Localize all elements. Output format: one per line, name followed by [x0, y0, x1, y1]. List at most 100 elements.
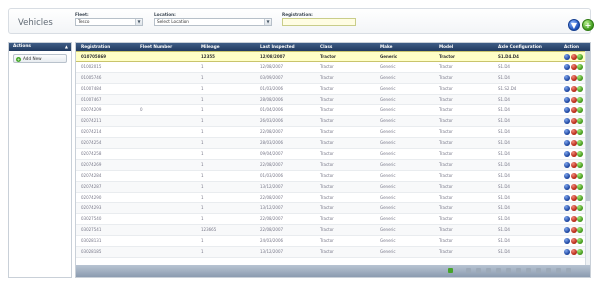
view-icon[interactable] [564, 194, 570, 201]
table-row[interactable]: 02074254 1 28/03/2006 Tractor Generic Tractor… [76, 138, 590, 150]
delete-icon[interactable] [570, 172, 577, 179]
first-page-icon[interactable] [466, 268, 471, 273]
view-icon[interactable] [564, 96, 570, 103]
edit-icon[interactable] [577, 118, 583, 125]
table-row[interactable]: 01007484 1 01/03/2006 Tractor Generic Tractor… [76, 84, 590, 95]
chevron-down-icon[interactable]: ▼ [135, 19, 142, 25]
view-icon[interactable] [564, 54, 570, 60]
table-row[interactable]: 01002015 1 12/08/2007 Tractor Generic Tractor… [76, 62, 590, 73]
column-header-registration[interactable]: Registration [81, 43, 110, 51]
edit-icon[interactable] [577, 74, 583, 81]
edit-icon[interactable] [577, 161, 583, 168]
page-link-icon[interactable] [526, 268, 531, 273]
fleet-select[interactable]: Tesco ▼ [75, 18, 143, 26]
collapse-icon[interactable]: ▲ [65, 43, 68, 51]
view-icon[interactable] [564, 161, 570, 168]
delete-icon[interactable] [570, 140, 577, 147]
delete-icon[interactable] [570, 183, 577, 190]
table-row[interactable]: 010705869 12355 12/08/2007 Tractor Generic Tr… [76, 51, 590, 62]
column-header-fleet-number[interactable]: Fleet Number [140, 43, 172, 51]
column-header-make[interactable]: Make [380, 43, 393, 51]
delete-icon[interactable] [570, 129, 577, 136]
column-header-model[interactable]: Model [439, 43, 453, 51]
view-icon[interactable] [564, 183, 570, 190]
edit-icon[interactable] [577, 238, 583, 245]
table-row[interactable]: 02074214 1 22/08/2007 Tractor Generic Tractor… [76, 127, 590, 139]
refresh-page-icon[interactable] [448, 268, 453, 273]
delete-icon[interactable] [570, 161, 577, 168]
delete-icon[interactable] [570, 238, 577, 245]
view-icon[interactable] [564, 172, 570, 179]
add-vehicle-button[interactable]: + [582, 19, 594, 31]
table-row[interactable]: 02074211 1 26/03/2006 Tractor Generic Tractor… [76, 116, 590, 128]
edit-icon[interactable] [577, 216, 583, 223]
edit-icon[interactable] [577, 205, 583, 212]
table-row[interactable]: 02074287 1 13/12/2007 Tractor Generic Tractor… [76, 181, 590, 193]
column-header-class[interactable]: Class [320, 43, 332, 51]
page-link-icon[interactable] [516, 268, 521, 273]
filter-button[interactable]: ▼ [568, 19, 580, 31]
table-row[interactable]: 02074209 0 1 01/04/2006 Tractor Generic Tracto… [76, 105, 590, 117]
table-row[interactable]: 01005746 1 03/09/2007 Tractor Generic Tractor… [76, 72, 590, 84]
view-icon[interactable] [564, 129, 570, 136]
delete-icon[interactable] [570, 205, 577, 212]
location-select[interactable]: Select Location ▼ [154, 18, 272, 26]
page-link-icon[interactable] [496, 268, 501, 273]
view-icon[interactable] [564, 238, 570, 245]
table-row[interactable]: 03027541 123665 22/08/2007 Tractor Generic Tr… [76, 225, 590, 237]
column-header-last-inspected[interactable]: Last Inspected [260, 43, 295, 51]
delete-icon[interactable] [570, 118, 577, 125]
view-icon[interactable] [564, 151, 570, 158]
table-row[interactable]: 01007467 1 28/08/2006 Tractor Generic Tractor… [76, 94, 590, 106]
edit-icon[interactable] [577, 140, 583, 147]
edit-icon[interactable] [577, 194, 583, 201]
table-row[interactable]: 02074258 1 09/04/2007 Tractor Generic Tractor… [76, 149, 590, 160]
view-icon[interactable] [564, 140, 570, 147]
view-icon[interactable] [564, 205, 570, 212]
view-icon[interactable] [564, 63, 570, 70]
edit-icon[interactable] [577, 227, 583, 234]
table-row[interactable]: 02074290 1 22/08/2007 Tractor Generic Tractor… [76, 193, 590, 204]
edit-icon[interactable] [577, 85, 583, 92]
edit-icon[interactable] [577, 151, 583, 158]
page-link-icon[interactable] [486, 268, 491, 273]
table-row[interactable]: 03027540 1 22/08/2007 Tractor Generic Tractor… [76, 214, 590, 226]
chevron-down-icon[interactable]: ▼ [264, 19, 271, 25]
view-icon[interactable] [564, 216, 570, 223]
view-icon[interactable] [564, 118, 570, 125]
page-link-icon[interactable] [536, 268, 541, 273]
table-row[interactable]: 02074293 1 13/12/2007 Tractor Generic Tractor… [76, 203, 590, 215]
table-row[interactable]: 03028131 1 24/03/2006 Tractor Generic Tractor… [76, 236, 590, 248]
column-header-axle-configuration[interactable]: Axle Configuration [498, 43, 542, 51]
next-page-icon[interactable] [556, 268, 561, 273]
edit-icon[interactable] [577, 249, 583, 256]
edit-icon[interactable] [577, 63, 583, 70]
delete-icon[interactable] [570, 63, 577, 70]
registration-input[interactable] [282, 18, 356, 26]
add-new-button[interactable]: + Add New [13, 54, 67, 63]
column-header-mileage[interactable]: Mileage [201, 43, 220, 51]
delete-icon[interactable] [570, 151, 577, 158]
table-row[interactable]: 03028185 1 13/12/2007 Tractor Generic Tractor… [76, 247, 590, 258]
last-page-icon[interactable] [566, 268, 571, 273]
edit-icon[interactable] [577, 183, 583, 190]
view-icon[interactable] [564, 107, 570, 114]
page-link-icon[interactable] [546, 268, 551, 273]
previous-page-icon[interactable] [476, 268, 481, 273]
edit-icon[interactable] [577, 172, 583, 179]
delete-icon[interactable] [570, 54, 577, 60]
edit-icon[interactable] [577, 96, 583, 103]
view-icon[interactable] [564, 249, 570, 256]
edit-icon[interactable] [577, 129, 583, 136]
view-icon[interactable] [564, 74, 570, 81]
view-icon[interactable] [564, 85, 570, 92]
edit-icon[interactable] [577, 107, 583, 114]
view-icon[interactable] [564, 227, 570, 234]
page-link-icon[interactable] [506, 268, 511, 273]
vertical-scrollbar[interactable] [585, 51, 590, 267]
table-row[interactable]: 02074269 1 22/08/2007 Tractor Generic Tractor… [76, 159, 590, 171]
delete-icon[interactable] [570, 216, 577, 223]
delete-icon[interactable] [570, 227, 577, 234]
delete-icon[interactable] [570, 96, 577, 103]
delete-icon[interactable] [570, 194, 577, 201]
